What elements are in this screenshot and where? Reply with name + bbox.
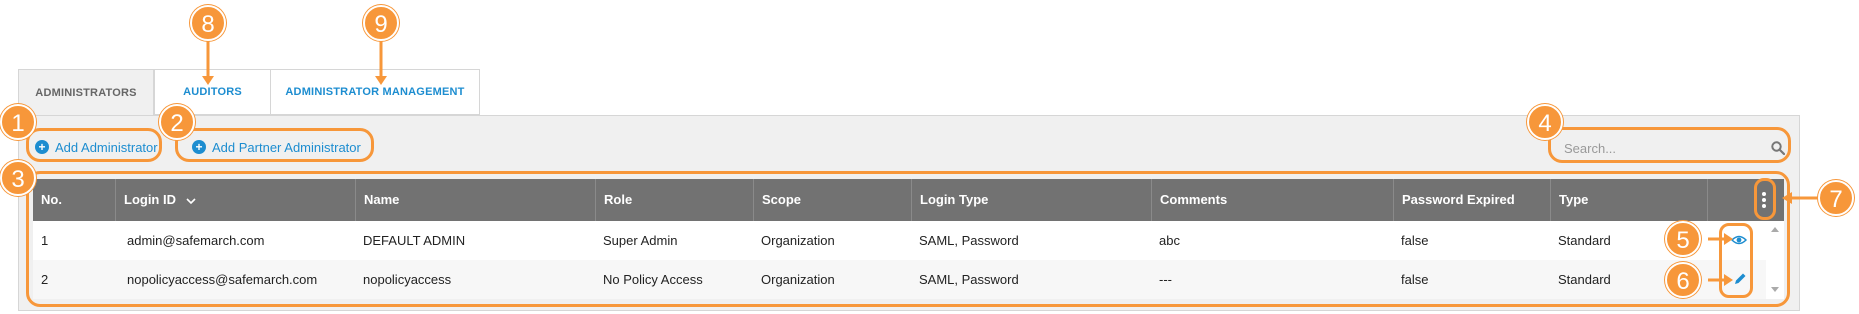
callout-5: 5 [1665, 221, 1701, 257]
callout-1: 1 [0, 104, 36, 140]
annotation-arrows [202, 40, 1822, 286]
callout-6: 6 [1665, 262, 1701, 298]
callout-3: 3 [0, 160, 36, 196]
callout-4: 4 [1527, 104, 1563, 140]
callout-2: 2 [159, 104, 195, 140]
callout-7: 7 [1818, 180, 1854, 216]
callout-8: 8 [190, 5, 226, 41]
callout-9: 9 [363, 5, 399, 41]
